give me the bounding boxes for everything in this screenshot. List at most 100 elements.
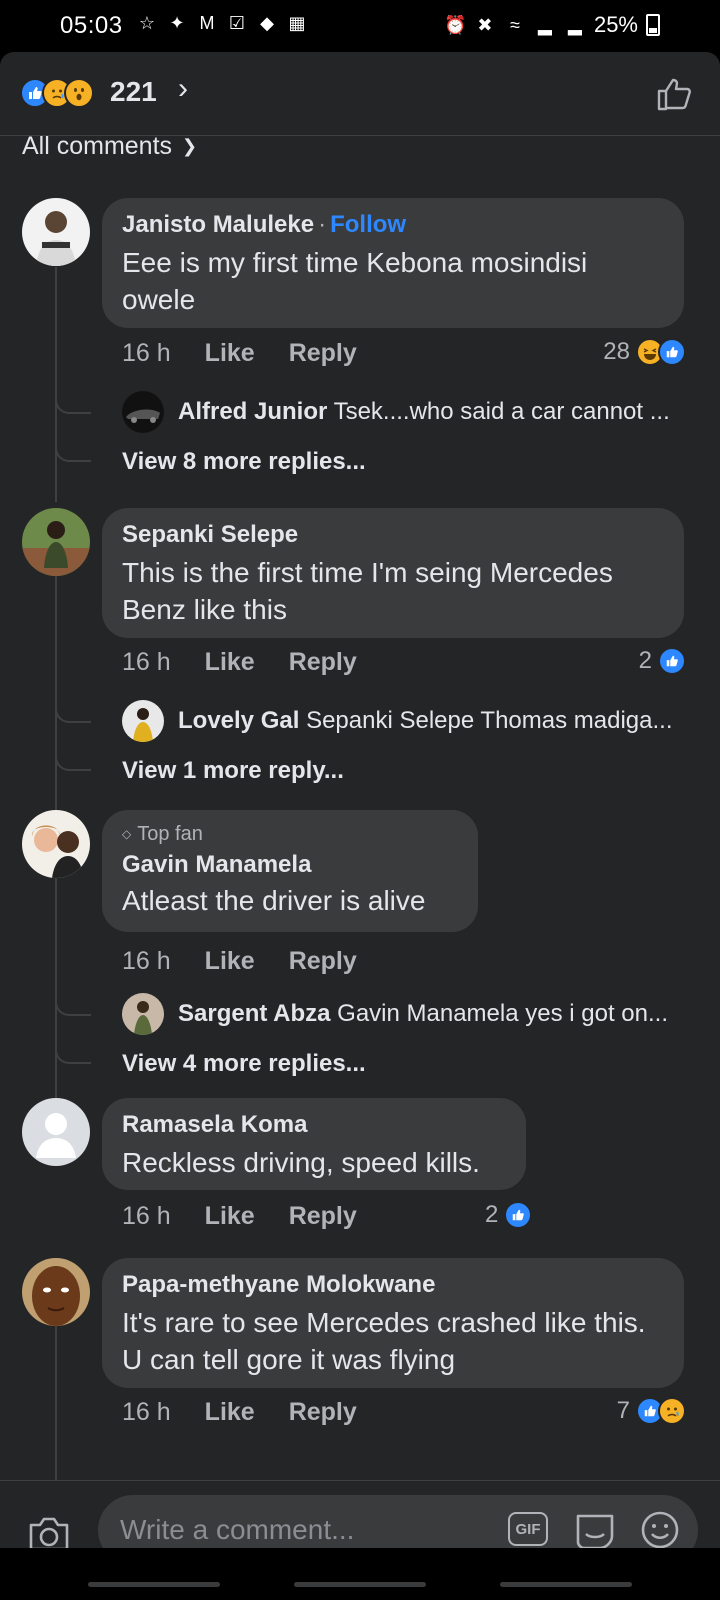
comment-actions: 16 h Like Reply (122, 648, 357, 677)
reply-author: Sargent Abza (178, 1000, 331, 1027)
reply-button[interactable]: Reply (289, 947, 357, 976)
comment-actions: 16 h Like Reply (122, 339, 357, 368)
reply-button[interactable]: Reply (289, 1398, 357, 1427)
system-nav-bar (0, 1548, 720, 1600)
sticker-icon[interactable] (574, 1510, 616, 1550)
wifi-icon: ≈ (510, 15, 520, 35)
follow-button[interactable]: Follow (330, 211, 406, 238)
comment-text: Reckless driving, speed kills. (122, 1147, 480, 1178)
view-more-replies[interactable]: View 4 more replies... (122, 1050, 366, 1078)
thread-line (55, 576, 57, 811)
comment-reaction-count[interactable]: 2 (485, 1201, 533, 1229)
nav-back-handle[interactable] (88, 1582, 220, 1587)
view-more-replies[interactable]: View 8 more replies... (122, 448, 366, 476)
signal-icon: ▂ (538, 15, 552, 35)
reaction-count[interactable]: 221 (110, 76, 157, 108)
image-icon: ▦ (288, 13, 306, 33)
diamond-icon: ◇ (122, 827, 132, 841)
separator-dot: · (318, 211, 327, 238)
badge-label: Top fan (137, 823, 203, 845)
reactions-header[interactable]: 221 › (0, 52, 720, 136)
reply-author: Alfred Junior (178, 398, 328, 425)
reply-author: Lovely Gal (178, 707, 300, 734)
comment-author[interactable]: Ramasela Koma (122, 1110, 506, 1140)
comment-actions: 16 h Like Reply (122, 947, 357, 976)
comment-text: It's rare to see Mercedes crashed like t… (122, 1307, 646, 1375)
gif-button[interactable]: GIF (508, 1512, 548, 1546)
avatar[interactable] (22, 810, 90, 878)
avatar (122, 993, 164, 1035)
comment-bubble[interactable]: Ramasela Koma Reckless driving, speed ki… (102, 1098, 526, 1190)
reply-snippet: Sepanki Selepe Thomas madiga... (306, 707, 673, 734)
avatar (122, 391, 164, 433)
comment-author[interactable]: Gavin Manamela (122, 850, 458, 880)
comment-reaction-count[interactable]: 7 (617, 1397, 686, 1425)
notification-icon: ☆ (138, 13, 156, 33)
sad-reaction-icon (658, 1397, 686, 1425)
check-icon: ☑ (228, 13, 246, 33)
comment-actions: 16 h Like Reply (122, 1202, 357, 1231)
reply-snippet: Gavin Manamela yes i got on... (337, 1000, 668, 1027)
diamond-icon: ◆ (260, 13, 274, 33)
nav-recents-handle[interactable] (500, 1582, 632, 1587)
comment-bubble[interactable]: ◇ Top fan Gavin Manamela Atleast the dri… (102, 810, 478, 932)
comment-bubble[interactable]: Sepanki Selepe This is the first time I'… (102, 508, 684, 638)
comment-author[interactable]: Sepanki Selepe (122, 520, 664, 550)
comment-reaction-count[interactable]: 2 (639, 647, 686, 675)
comment-time[interactable]: 16 h (122, 1398, 171, 1427)
gmail-icon: M (199, 13, 215, 33)
comment-time[interactable]: 16 h (122, 1202, 171, 1231)
reaction-number: 7 (616, 1397, 630, 1424)
comment-bubble[interactable]: Janisto Maluleke · Follow Eee is my first … (102, 198, 684, 328)
emoji-icon[interactable] (640, 1510, 680, 1550)
top-fan-badge: ◇ Top fan (122, 822, 458, 846)
thread-line (55, 878, 57, 1104)
avatar[interactable] (22, 1098, 90, 1166)
reply-preview[interactable]: Sargent Abza Gavin Manamela yes i got on… (122, 992, 692, 1036)
view-more-replies[interactable]: View 1 more reply... (122, 757, 344, 785)
comment-author[interactable]: Janisto Maluleke (122, 211, 314, 238)
reply-button[interactable]: Reply (289, 339, 357, 368)
like-button[interactable]: Like (205, 648, 255, 677)
battery-percent: 25% (593, 12, 638, 37)
nav-home-handle[interactable] (294, 1582, 426, 1587)
reply-button[interactable]: Reply (289, 1202, 357, 1231)
signal-icon: ▂ (568, 15, 582, 35)
reaction-number: 2 (485, 1201, 499, 1228)
avatar[interactable] (22, 508, 90, 576)
like-reaction-icon (658, 338, 686, 366)
thread-connector (55, 701, 91, 723)
comment-filter[interactable]: All comments ❯ (22, 132, 197, 161)
thread-connector (55, 749, 91, 771)
reaction-number: 2 (638, 647, 652, 674)
thread-connector (55, 1042, 91, 1064)
comments-sheet: 221 › All comments ❯ Janisto Maluleke · Fo… (0, 52, 720, 1600)
like-reaction-icon (504, 1201, 533, 1229)
comment-time[interactable]: 16 h (122, 648, 171, 677)
like-button[interactable]: Like (205, 339, 255, 368)
reply-button[interactable]: Reply (289, 648, 357, 677)
reply-preview[interactable]: Alfred Junior Tsek....who said a car can… (122, 390, 692, 434)
reply-preview[interactable]: Lovely Gal Sepanki Selepe Thomas madiga.… (122, 699, 692, 743)
comment-placeholder: Write a comment... (120, 1514, 355, 1545)
thread-line (55, 1326, 57, 1486)
like-button[interactable]: Like (205, 947, 255, 976)
comment-text: This is the first time I'm seing Mercede… (122, 557, 613, 625)
comment-text: Atleast the driver is alive (122, 885, 426, 916)
chevron-down-icon: ❯ (182, 136, 198, 156)
comment-time[interactable]: 16 h (122, 947, 171, 976)
like-button[interactable]: Like (205, 1398, 255, 1427)
like-outline-icon[interactable] (654, 74, 694, 114)
comment-bubble[interactable]: Papa-methyane Molokwane It's rare to see… (102, 1258, 684, 1388)
like-button[interactable]: Like (205, 1202, 255, 1231)
chevron-right-icon[interactable]: › (178, 72, 188, 106)
comment-author[interactable]: Papa-methyane Molokwane (122, 1270, 664, 1300)
comment-time[interactable]: 16 h (122, 339, 171, 368)
avatar[interactable] (22, 198, 90, 266)
alarm-icon: ⏰ (443, 15, 467, 35)
comment-reaction-count[interactable]: 28 (603, 338, 686, 366)
mute-icon: ✖ (477, 15, 493, 35)
battery-icon (646, 14, 660, 36)
avatar[interactable] (22, 1258, 90, 1326)
thread-connector (55, 392, 91, 414)
